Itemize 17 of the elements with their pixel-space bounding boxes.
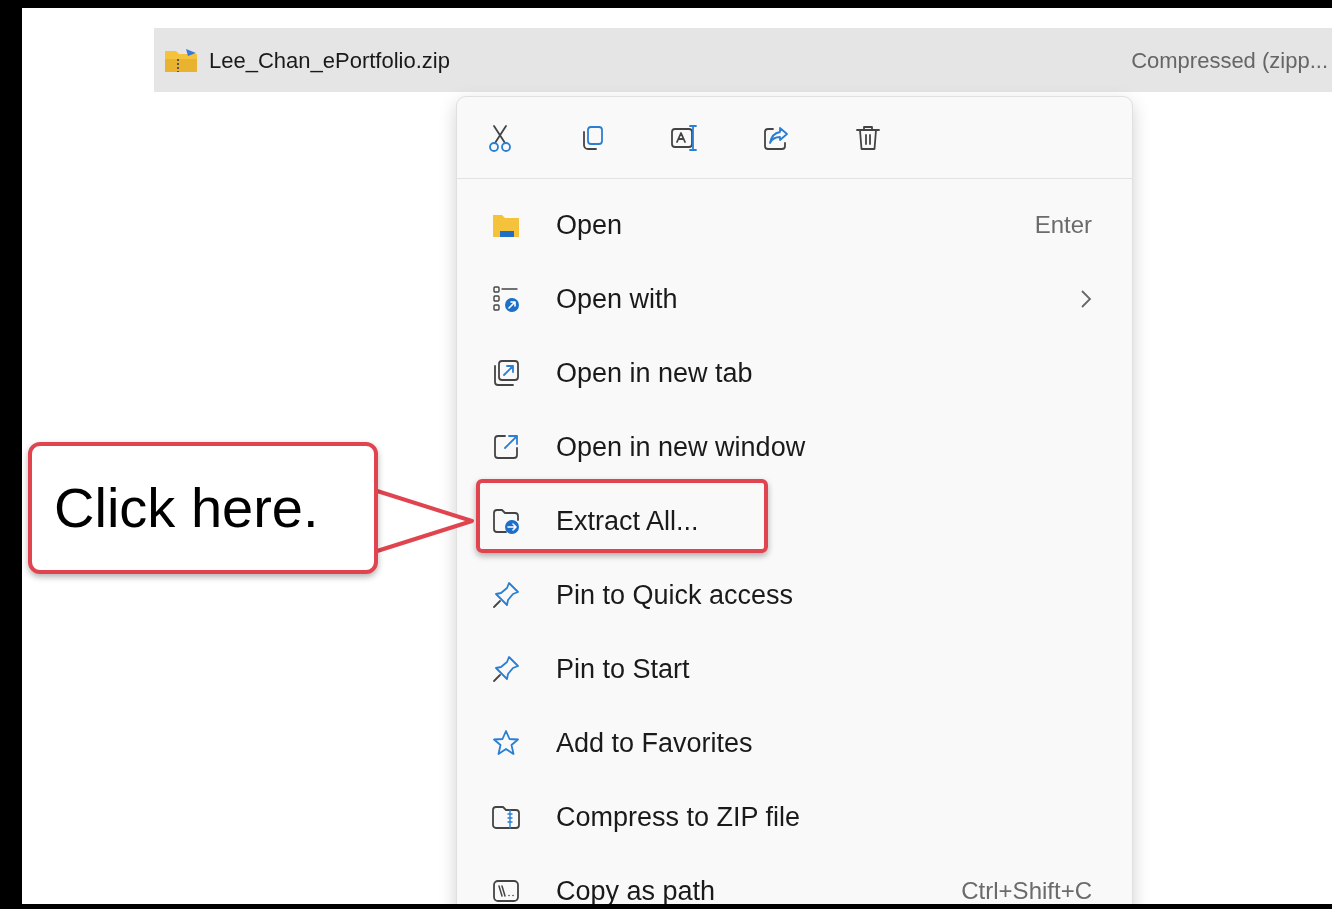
menu-item[interactable]: Open in new tab [457, 336, 1132, 410]
rename-icon[interactable] [669, 122, 699, 153]
menu-item[interactable]: Compress to ZIP file [457, 780, 1132, 854]
menu-item[interactable]: Pin to Start [457, 632, 1132, 706]
menu-item[interactable]: Open Enter [457, 188, 1132, 262]
file-type: Compressed (zipp... [1131, 46, 1328, 75]
shortcut-text: Ctrl+Shift+C [961, 876, 1092, 904]
menu-item[interactable]: Pin to Quick access [457, 558, 1132, 632]
file-name: Lee_Chan_ePortfolio.zip [209, 46, 450, 75]
menu-item[interactable]: Open with [457, 262, 1132, 336]
menu-item[interactable]: Open in new window [457, 410, 1132, 484]
menu-item[interactable]: Add to Favorites [457, 706, 1132, 780]
shortcut-text: Enter [1034, 210, 1092, 240]
file-row[interactable]: Lee_Chan_ePortfolio.zip Compressed (zipp... [154, 28, 1332, 92]
menu-item[interactable]: Extract All... [457, 484, 1132, 558]
zip-folder-icon [164, 47, 198, 73]
callout-text: Click here. [54, 475, 319, 541]
